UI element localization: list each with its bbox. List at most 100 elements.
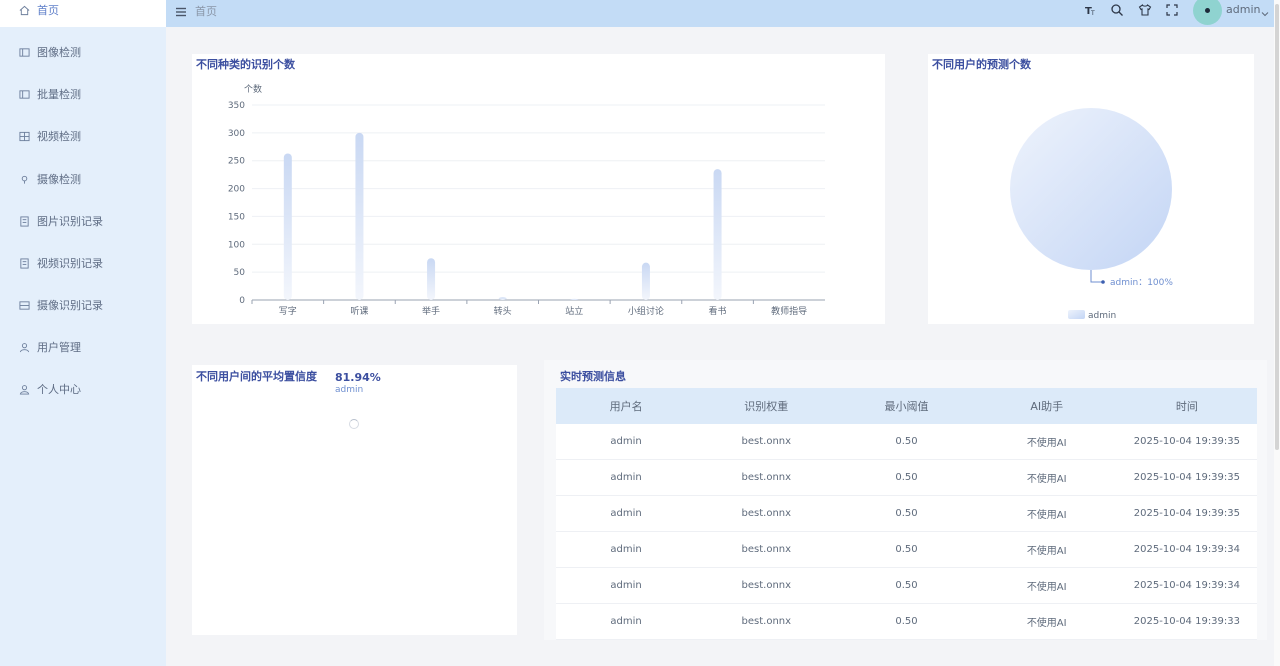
pie-slice-label: admin：100% xyxy=(1110,278,1173,288)
column-header-threshold[interactable]: 最小阈值 xyxy=(836,388,976,424)
cell-ai-assistant: 不使用AI xyxy=(1026,546,1067,557)
bar-看书 xyxy=(713,169,722,300)
cell-weights: best.onnx xyxy=(741,580,792,591)
bar-听课 xyxy=(355,132,364,300)
cell-weights: best.onnx xyxy=(741,544,792,555)
x-tick-label: 看书 xyxy=(709,305,727,317)
cell-time: 2025-10-04 19:39:34 xyxy=(1133,544,1241,555)
sidebar-item-label: 视频检测 xyxy=(37,130,81,143)
sidebar-item-user-management[interactable]: 用户管理 xyxy=(0,330,166,364)
cell-weights: best.onnx xyxy=(741,472,792,483)
sidebar-item-home[interactable]: 首页 xyxy=(0,0,166,27)
x-tick-label: 站立 xyxy=(565,305,583,317)
user-name[interactable]: admin xyxy=(1226,3,1260,16)
fullscreen-icon[interactable] xyxy=(1165,2,1179,16)
cell-threshold: 0.50 xyxy=(895,508,918,519)
pie-label-leader xyxy=(1090,270,1103,283)
cell-threshold: 0.50 xyxy=(895,544,918,555)
table-row[interactable]: admin best.onnx 0.50 不使用AI 2025-10-04 19… xyxy=(556,424,1257,460)
menu-toggle-icon[interactable] xyxy=(175,3,187,17)
y-tick-label: 200 xyxy=(228,185,245,195)
bar-站立 xyxy=(570,298,579,300)
cell-username: admin xyxy=(610,580,642,591)
batch-icon xyxy=(19,89,30,100)
cell-ai-assistant: 不使用AI xyxy=(1026,474,1067,485)
page-scrollbar-thumb[interactable] xyxy=(1275,4,1279,450)
cell-ai-assistant: 不使用AI xyxy=(1026,618,1067,629)
sidebar-item-camera-detect[interactable]: 摄像检测 xyxy=(0,162,166,196)
user-icon xyxy=(19,384,30,395)
sidebar-item-label: 图片识别记录 xyxy=(37,215,103,228)
sidebar-item-label: 个人中心 xyxy=(37,383,81,396)
breadcrumb[interactable]: 首页 xyxy=(195,3,217,19)
cell-username: admin xyxy=(610,508,642,519)
sidebar-item-image-records[interactable]: 图片识别记录 xyxy=(0,204,166,238)
cell-username: admin xyxy=(610,544,642,555)
sidebar-item-label: 用户管理 xyxy=(37,341,81,354)
cell-threshold: 0.50 xyxy=(895,580,918,591)
y-tick-label: 250 xyxy=(228,157,245,167)
cell-threshold: 0.50 xyxy=(895,616,918,627)
table-row[interactable]: admin best.onnx 0.50 不使用AI 2025-10-04 19… xyxy=(556,604,1257,640)
cell-weights: best.onnx xyxy=(741,436,792,447)
svg-text:T: T xyxy=(1090,10,1095,17)
sidebar-item-label: 摄像检测 xyxy=(37,173,81,186)
avatar[interactable] xyxy=(1193,0,1222,25)
cell-ai-assistant: 不使用AI xyxy=(1026,582,1067,593)
sidebar-item-label: 摄像识别记录 xyxy=(37,299,103,312)
table-row[interactable]: admin best.onnx 0.50 不使用AI 2025-10-04 19… xyxy=(556,568,1257,604)
sidebar-item-video-detect[interactable]: 视频检测 xyxy=(0,119,166,153)
table-row[interactable]: admin best.onnx 0.50 不使用AI 2025-10-04 19… xyxy=(556,460,1257,496)
chevron-down-icon[interactable] xyxy=(1260,4,1270,17)
y-tick-label: 350 xyxy=(228,101,245,111)
sidebar-item-label: 视频识别记录 xyxy=(37,257,103,270)
column-header-time[interactable]: 时间 xyxy=(1117,388,1257,424)
table-row[interactable]: admin best.onnx 0.50 不使用AI 2025-10-04 19… xyxy=(556,532,1257,568)
loading-spinner-icon xyxy=(349,419,359,429)
sidebar-item-label: 图像检测 xyxy=(37,46,81,59)
x-tick-label: 听课 xyxy=(350,306,368,317)
y-axis-label: 个数 xyxy=(244,83,262,95)
sidebar-item-profile[interactable]: 个人中心 xyxy=(0,372,166,406)
table-header: 用户名 识别权重 最小阈值 AI助手 时间 xyxy=(556,388,1257,424)
video-icon xyxy=(19,131,30,142)
legend-swatch xyxy=(1068,310,1085,319)
sidebar-item-video-records[interactable]: 视频识别记录 xyxy=(0,246,166,280)
x-tick-label: 小组讨论 xyxy=(628,305,664,317)
search-icon[interactable] xyxy=(1110,2,1124,16)
y-tick-label: 150 xyxy=(228,212,245,222)
font-size-icon[interactable]: TT xyxy=(1084,2,1098,17)
cell-weights: best.onnx xyxy=(741,508,792,519)
sidebar-item-camera-records[interactable]: 摄像识别记录 xyxy=(0,288,166,322)
sidebar-item-image-detect[interactable]: 图像检测 xyxy=(0,35,166,69)
cell-ai-assistant: 不使用AI xyxy=(1026,438,1067,449)
sidebar-item-batch-detect[interactable]: 批量检测 xyxy=(0,77,166,111)
cell-threshold: 0.50 xyxy=(895,436,918,447)
x-tick-label: 写字 xyxy=(279,305,297,317)
y-tick-label: 300 xyxy=(228,129,245,139)
avatar-image xyxy=(1205,8,1210,13)
home-icon xyxy=(19,5,30,16)
x-tick-label: 举手 xyxy=(422,305,440,317)
cell-time: 2025-10-04 19:39:35 xyxy=(1133,472,1241,483)
column-header-username[interactable]: 用户名 xyxy=(556,388,696,424)
record-icon xyxy=(19,257,30,269)
bar-转头 xyxy=(498,297,507,300)
user-icon xyxy=(19,342,30,353)
sidebar-item-label: 批量检测 xyxy=(37,88,81,101)
cell-username: admin xyxy=(610,472,642,483)
cell-username: admin xyxy=(610,436,642,447)
column-header-weights[interactable]: 识别权重 xyxy=(696,388,836,424)
cell-time: 2025-10-04 19:39:35 xyxy=(1133,508,1241,519)
camera-icon xyxy=(19,174,30,185)
cell-time: 2025-10-04 19:39:33 xyxy=(1133,616,1241,627)
record-icon xyxy=(19,300,30,311)
sidebar-item-label: 首页 xyxy=(37,4,59,17)
theme-shirt-icon[interactable] xyxy=(1138,2,1152,16)
y-tick-label: 50 xyxy=(234,268,246,278)
bar-chart: 0 50 100 150 200 250 300 350 个数写字 听课 举手 转头 站立 小组讨论 看书 教… xyxy=(228,83,825,317)
confidence-title: 不同用户间的平均置信度 xyxy=(196,370,317,383)
column-header-ai-assistant[interactable]: AI助手 xyxy=(977,388,1117,424)
table-row[interactable]: admin best.onnx 0.50 不使用AI 2025-10-04 19… xyxy=(556,496,1257,532)
bar-chart-card: 不同种类的识别个数 0 50 100 150 200 250 300 350 个数 写字 听课 举手转… xyxy=(192,54,885,324)
